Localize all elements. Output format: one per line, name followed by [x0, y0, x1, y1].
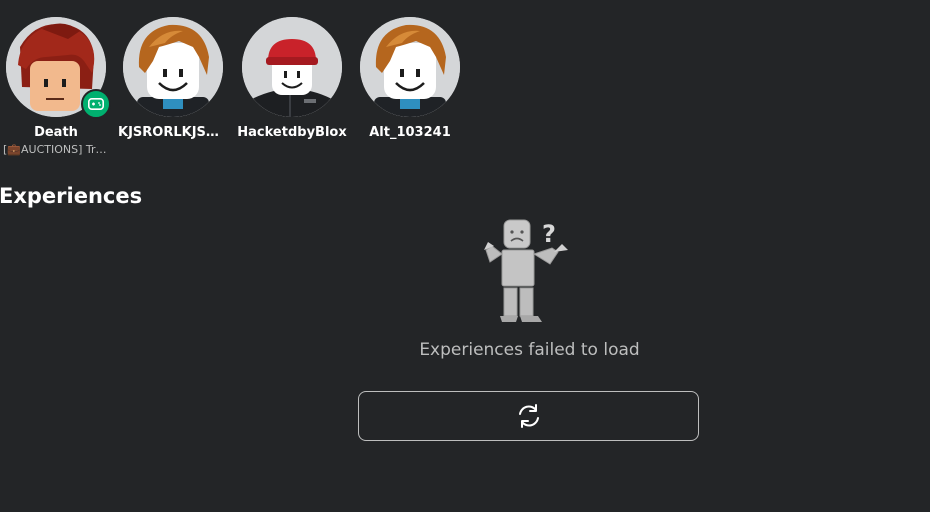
- friend-name[interactable]: Alt_103241: [351, 125, 469, 140]
- home-page: Death [💼AUCTIONS] Trade & Gold: [0, 0, 930, 512]
- svg-text:?: ?: [542, 220, 556, 248]
- retry-button[interactable]: [358, 391, 699, 441]
- friend-tile[interactable]: KJSRORLKJSDRK: [114, 17, 232, 143]
- friends-carousel: Death [💼AUCTIONS] Trade & Gold: [0, 0, 930, 170]
- avatar[interactable]: [360, 17, 460, 117]
- friend-status: [💼AUCTIONS] Trade & Gold: [3, 143, 115, 156]
- experiences-section-title: Experiences: [0, 184, 143, 208]
- experiences-error-message: Experiences failed to load: [419, 340, 640, 360]
- friend-tile[interactable]: Death [💼AUCTIONS] Trade & Gold: [0, 17, 115, 156]
- avatar-red-cap-icon: [242, 17, 342, 117]
- friend-tile[interactable]: Alt_103241: [351, 17, 469, 143]
- avatar[interactable]: [123, 17, 223, 117]
- friend-name[interactable]: KJSRORLKJSDRK: [114, 125, 232, 140]
- friend-name[interactable]: Death: [0, 125, 115, 140]
- avatar[interactable]: [242, 17, 342, 117]
- avatar-bacon-hair-icon: [360, 17, 460, 117]
- friend-tile[interactable]: HacketdbyBlox: [233, 17, 351, 143]
- confused-robloxian-icon: ?: [484, 219, 568, 322]
- refresh-icon: [518, 404, 539, 428]
- friend-name[interactable]: HacketdbyBlox: [233, 125, 351, 140]
- avatar-bacon-hair-icon: [123, 17, 223, 117]
- gamepad-icon: [88, 98, 104, 110]
- in-game-badge: [81, 89, 111, 119]
